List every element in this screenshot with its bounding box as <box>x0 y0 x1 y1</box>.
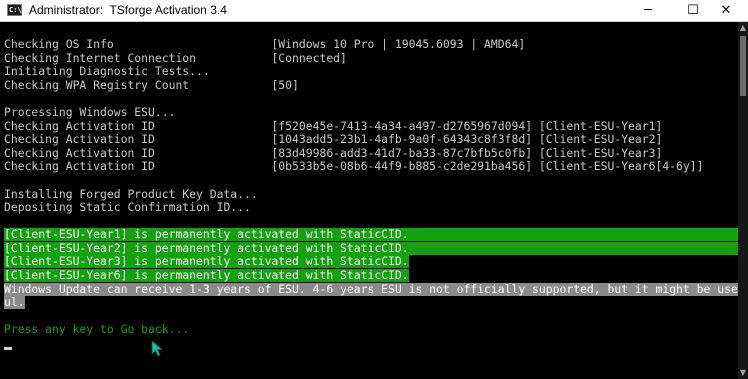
success-line: [Client-ESU-Year6] is permanently activa… <box>4 268 409 282</box>
console-output[interactable]: Checking OS Info [Windows 10 Pro | 19045… <box>0 22 738 379</box>
close-button[interactable]: ✕ <box>704 0 748 22</box>
success-line: [Client-ESU-Year3] is permanently activa… <box>4 254 409 268</box>
console-line: Checking WPA Registry Count [50] <box>4 78 299 92</box>
console-line: Depositing Static Confirmation ID... <box>4 200 251 214</box>
success-line: [Client-ESU-Year1] is permanently activa… <box>4 228 738 241</box>
console-line: Processing Windows ESU... <box>4 105 176 119</box>
console-line: Checking Activation ID [1043add5-23b1-4a… <box>4 132 663 146</box>
console-line: Initiating Diagnostic Tests... <box>4 64 210 78</box>
esu-note-line: ul. <box>4 295 25 309</box>
title-bar: C:\ Administrator: TSforge Activation 3.… <box>0 0 748 22</box>
prompt-line: Press any key to Go back... <box>4 322 190 336</box>
window-title: Administrator: TSforge Activation 3.4 <box>29 3 227 17</box>
scroll-up-icon[interactable]: ▲ <box>738 22 748 34</box>
mouse-pointer-icon <box>151 340 164 357</box>
text-cursor <box>4 347 12 350</box>
console-app-icon: C:\ <box>7 4 22 16</box>
vertical-scrollbar[interactable]: ▲ ▼ <box>738 22 748 379</box>
minimize-button[interactable]: ─ <box>626 0 670 22</box>
scroll-thumb[interactable] <box>740 36 746 96</box>
console-line: Checking OS Info [Windows 10 Pro | 19045… <box>4 37 526 51</box>
console-line: Checking Activation ID [0b533b5e-08b6-44… <box>4 159 704 173</box>
scroll-down-icon[interactable]: ▼ <box>738 367 748 379</box>
esu-note-line: Windows Update can receive 1-3 years of … <box>4 283 738 296</box>
